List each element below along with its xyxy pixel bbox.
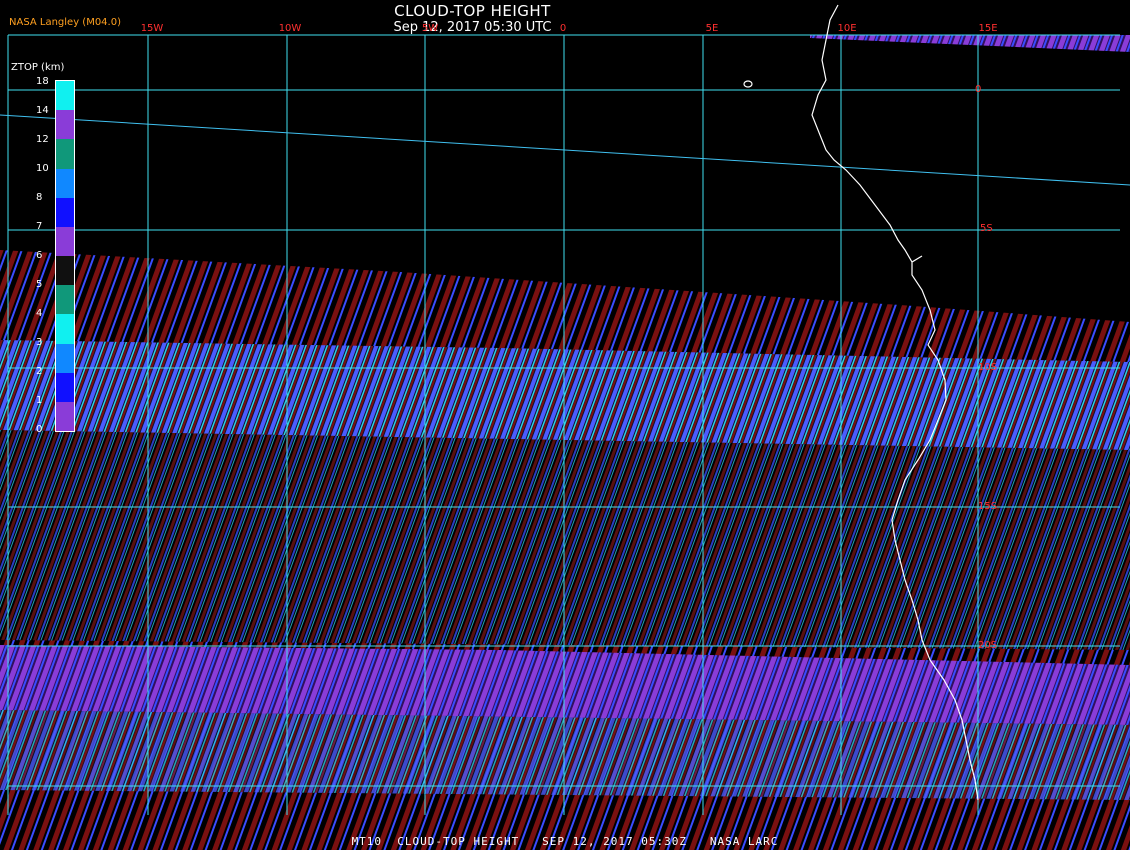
cloud-band-dark: [0, 430, 1130, 650]
legend-tick-label: 1: [36, 395, 43, 406]
legend-swatch: [56, 343, 74, 373]
footer-caption: MT10 CLOUD-TOP HEIGHT SEP 12, 2017 05:30…: [351, 835, 779, 848]
legend-tick-label: 14: [36, 105, 49, 116]
lat-label: 5S: [980, 223, 993, 234]
legend-swatch: [56, 226, 74, 257]
legend-swatch: [56, 401, 74, 432]
legend-tick-label: 5: [36, 279, 43, 290]
legend-tick-label: 3: [36, 337, 43, 348]
legend-swatch: [56, 81, 74, 111]
legend-tick-label: 10: [36, 163, 49, 174]
legend-tick-label: 8: [36, 192, 43, 203]
legend-swatch: [56, 139, 74, 169]
legend-tick-label: 7: [36, 221, 43, 232]
cloud-field: [0, 35, 1130, 850]
lon-label: 15W: [140, 23, 164, 34]
lon-label: 5W: [421, 23, 439, 34]
lon-label: 10W: [278, 23, 302, 34]
lat-label: 20S: [978, 640, 998, 651]
map-title: CLOUD-TOP HEIGHT: [394, 2, 551, 20]
legend-swatch: [56, 197, 74, 227]
satellite-map: [0, 4, 1130, 850]
lon-label: 5E: [705, 23, 719, 34]
legend-tick-label: 0: [36, 424, 43, 435]
legend-swatch: [56, 285, 74, 315]
lon-label: 0: [559, 23, 567, 34]
lat-label: 10S: [978, 362, 998, 373]
legend-swatch: [56, 168, 74, 198]
legend-swatch: [56, 372, 74, 402]
legend-tick-label: 4: [36, 308, 43, 319]
orbit-track-line: [0, 114, 1130, 186]
lon-label: 10E: [837, 23, 857, 34]
legend-title: ZTOP (km): [11, 62, 65, 73]
color-legend-bar: [55, 80, 75, 432]
lon-label: 15E: [978, 23, 998, 34]
legend-tick-label: 12: [36, 134, 49, 145]
cloud-band-upper-right: [810, 35, 1130, 52]
legend-tick-label: 18: [36, 76, 49, 87]
legend-tick-label: 6: [36, 250, 43, 261]
legend-swatch: [56, 314, 74, 344]
legend-swatch: [56, 256, 74, 286]
lat-label: 0: [975, 84, 982, 95]
legend-tick-label: 2: [36, 366, 43, 377]
legend-swatch: [56, 110, 74, 140]
lat-label: 15S: [978, 501, 998, 512]
